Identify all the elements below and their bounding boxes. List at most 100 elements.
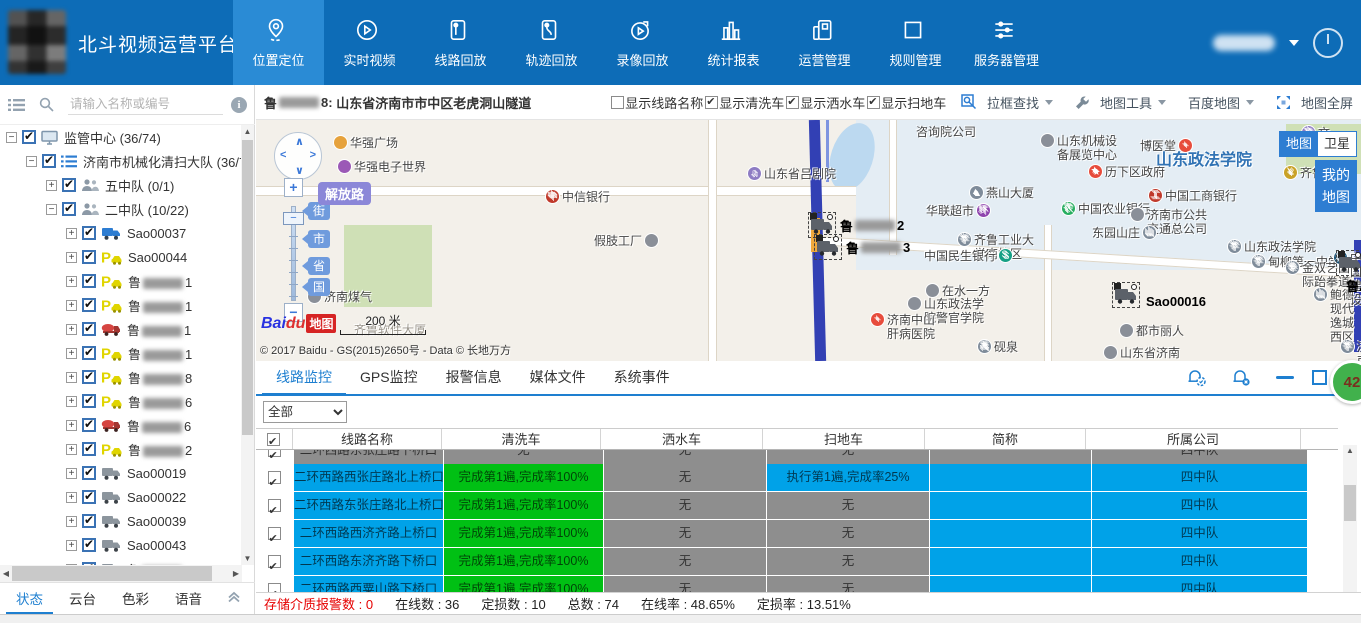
- tree-item[interactable]: + Sao00019: [0, 461, 242, 485]
- table-row[interactable]: 二环西路东济齐路下桥口完成第1遍,完成率100%无无四中队: [256, 548, 1338, 575]
- scroll-up-icon[interactable]: ▲: [241, 125, 254, 138]
- display-checkbox-0[interactable]: 显示线路名称: [611, 93, 703, 112]
- view-toggle-1[interactable]: 卫星: [1318, 132, 1356, 156]
- vehicle-marker[interactable]: 鲁AC2: [1336, 250, 1361, 276]
- tree-item[interactable]: + 五中队 (0/1): [0, 173, 242, 197]
- tree-checkbox[interactable]: [82, 346, 96, 360]
- scrollbar-thumb[interactable]: [1344, 485, 1356, 521]
- vehicle-marker-icon[interactable]: [1112, 282, 1140, 308]
- side-tab-3[interactable]: 语音: [165, 582, 212, 615]
- map-tool-0[interactable]: 拉框查找: [961, 93, 1053, 112]
- expand-toggle[interactable]: +: [46, 180, 57, 191]
- nav-item-5[interactable]: 统计报表: [688, 0, 779, 85]
- tree-checkbox[interactable]: [62, 178, 76, 192]
- tree-vertical-scrollbar[interactable]: ▲ ▼: [241, 125, 254, 565]
- display-checkbox-1[interactable]: 显示清洗车: [705, 93, 784, 112]
- tree-checkbox[interactable]: [82, 250, 96, 264]
- zoom-handle[interactable]: −: [283, 212, 304, 225]
- row-checkbox[interactable]: [268, 471, 281, 484]
- tree-checkbox[interactable]: [82, 274, 96, 288]
- minimize-panel-icon[interactable]: [1276, 376, 1294, 379]
- info-icon[interactable]: i: [231, 97, 247, 113]
- column-header[interactable]: 扫地车: [763, 429, 925, 449]
- row-checkbox[interactable]: [268, 555, 281, 568]
- scrollbar-thumb[interactable]: [12, 566, 212, 581]
- tree-item[interactable]: − 监管中心 (36/74): [0, 125, 242, 149]
- side-tab-0[interactable]: 状态: [6, 582, 53, 615]
- nav-item-7[interactable]: 规则管理: [870, 0, 961, 85]
- column-header[interactable]: 简称: [925, 429, 1086, 449]
- expand-toggle[interactable]: +: [66, 300, 77, 311]
- nav-item-3[interactable]: 轨迹回放: [506, 0, 597, 85]
- map-tool-1[interactable]: 地图工具: [1075, 93, 1166, 112]
- expand-toggle[interactable]: +: [66, 420, 77, 431]
- side-tab-1[interactable]: 云台: [59, 582, 106, 615]
- panel-tab-0[interactable]: 线路监控: [262, 359, 346, 396]
- tree-checkbox[interactable]: [82, 322, 96, 336]
- nav-item-1[interactable]: 实时视频: [324, 0, 415, 85]
- vehicle-marker-icon[interactable]: [1336, 250, 1361, 276]
- route-filter-select[interactable]: 全部: [263, 401, 347, 423]
- tree-item[interactable]: − 二中队 (10/22): [0, 197, 242, 221]
- chevron-down-icon[interactable]: [1289, 40, 1299, 46]
- my-map-button[interactable]: 我的 地图: [1315, 160, 1357, 212]
- tree-item[interactable]: + 鲁6: [0, 557, 242, 565]
- column-header[interactable]: 线路名称: [293, 429, 442, 449]
- expand-toggle[interactable]: +: [66, 324, 77, 335]
- tree-item[interactable]: + P 鲁1: [0, 293, 242, 317]
- vehicle-marker[interactable]: 鲁3: [814, 234, 842, 260]
- expand-toggle[interactable]: +: [66, 396, 77, 407]
- column-header[interactable]: 洒水车: [601, 429, 763, 449]
- scroll-down-icon[interactable]: ▼: [241, 552, 254, 565]
- expand-toggle[interactable]: +: [66, 228, 77, 239]
- tree-item[interactable]: + Sao00039: [0, 509, 242, 533]
- nav-item-6[interactable]: 运营管理: [779, 0, 870, 85]
- pan-left-icon[interactable]: <: [280, 149, 286, 161]
- zoom-level-1[interactable]: 市: [308, 230, 330, 248]
- expand-toggle[interactable]: +: [66, 492, 77, 503]
- tree-checkbox[interactable]: [82, 538, 96, 552]
- display-checkbox-3[interactable]: 显示扫地车: [867, 93, 946, 112]
- checkbox-icon[interactable]: [611, 96, 624, 109]
- tree-horizontal-scrollbar[interactable]: ◀ ▶: [0, 565, 242, 582]
- scrollbar-thumb[interactable]: [242, 140, 253, 435]
- zoom-level-3[interactable]: 国: [308, 278, 330, 296]
- tree-item[interactable]: + P 鲁2: [0, 437, 242, 461]
- tree-checkbox[interactable]: [82, 490, 96, 504]
- tree-checkbox[interactable]: [82, 226, 96, 240]
- nav-item-0[interactable]: 位置定位: [233, 0, 324, 85]
- checkbox-icon[interactable]: [705, 96, 718, 109]
- pan-up-icon[interactable]: ∧: [295, 135, 304, 148]
- row-checkbox[interactable]: [268, 450, 281, 457]
- row-checkbox[interactable]: [268, 527, 281, 540]
- nav-item-8[interactable]: 服务器管理: [961, 0, 1052, 85]
- column-header[interactable]: 清洗车: [442, 429, 601, 449]
- expand-toggle[interactable]: +: [66, 348, 77, 359]
- tree-item[interactable]: + Sao00037: [0, 221, 242, 245]
- expand-toggle[interactable]: +: [66, 372, 77, 383]
- table-row[interactable]: 二环西路东张庄路下桥口无无无四中队: [256, 450, 1338, 464]
- tree-checkbox[interactable]: [22, 130, 36, 144]
- collapse-toggle[interactable]: −: [46, 204, 57, 215]
- tree-checkbox[interactable]: [42, 154, 56, 168]
- tree-checkbox[interactable]: [82, 514, 96, 528]
- expand-toggle[interactable]: +: [66, 252, 77, 263]
- panel-tab-2[interactable]: 报警信息: [432, 359, 516, 396]
- tree-checkbox[interactable]: [82, 298, 96, 312]
- scroll-right-icon[interactable]: ▶: [230, 565, 242, 582]
- power-icon[interactable]: [1313, 28, 1343, 58]
- expand-toggle[interactable]: +: [66, 444, 77, 455]
- row-checkbox[interactable]: [268, 583, 281, 592]
- tree-checkbox[interactable]: [82, 442, 96, 456]
- map-canvas[interactable]: 咨询院公司 华强广场 华强电子世界 ♫山东省吕剧院 博医堂+ ¥齐鲁银行 ★历下…: [256, 120, 1361, 361]
- list-view-icon[interactable]: [8, 98, 25, 112]
- column-header[interactable]: 所属公司: [1086, 429, 1301, 449]
- zoom-level-2[interactable]: 省: [308, 257, 330, 275]
- expand-toggle[interactable]: +: [66, 276, 77, 287]
- tree-item[interactable]: + 鲁1: [0, 317, 242, 341]
- side-tab-2[interactable]: 色彩: [112, 582, 159, 615]
- tree-checkbox[interactable]: [82, 418, 96, 432]
- scroll-left-icon[interactable]: ◀: [0, 565, 12, 582]
- tree-item[interactable]: + Sao00022: [0, 485, 242, 509]
- collapse-panel-icon[interactable]: [227, 591, 241, 606]
